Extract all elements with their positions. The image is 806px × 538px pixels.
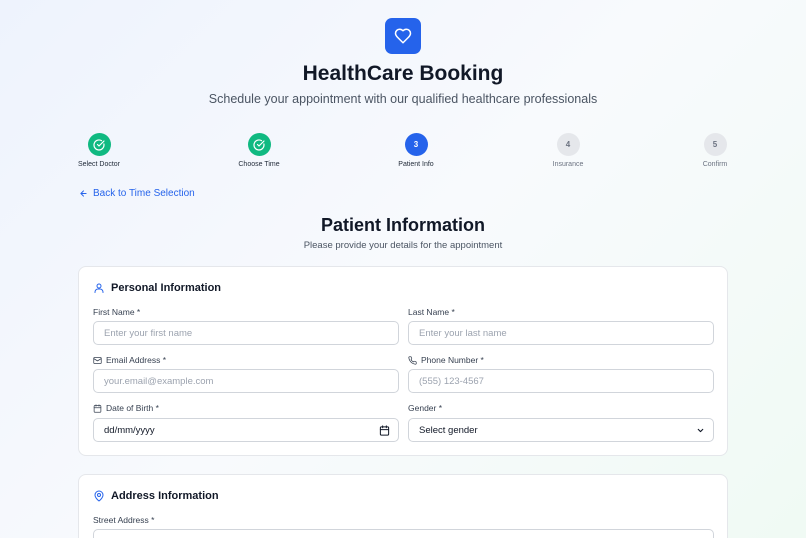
phone-label-text: Phone Number *	[421, 355, 484, 365]
arrow-left-icon	[80, 190, 87, 197]
heart-icon	[394, 28, 412, 44]
app-logo	[385, 18, 421, 54]
section-subtitle: Please provide your details for the appo…	[303, 240, 503, 251]
last-name-label-text: Last Name *	[408, 307, 455, 317]
date-of-birth-input[interactable]: dd/mm/yyyy	[93, 418, 399, 442]
back-to-time-selection-link[interactable]: Back to Time Selection	[79, 188, 195, 199]
card-title: Personal Information	[111, 282, 222, 294]
step-label: Select Doctor	[77, 161, 121, 168]
first-name-label: First Name *	[93, 307, 140, 317]
date-of-birth-value: dd/mm/yyyy	[104, 424, 155, 436]
first-name-input[interactable]	[93, 321, 399, 345]
gender-select[interactable]: Select gender	[408, 418, 714, 442]
card-title: Address Information	[111, 490, 219, 502]
street-address-input[interactable]	[93, 529, 714, 538]
personal-information-card: Personal Information First Name * Last N…	[78, 266, 728, 456]
email-label: Email Address *	[93, 355, 166, 365]
step-number: 4	[556, 133, 580, 156]
step-label: Choose Time	[238, 161, 280, 168]
phone-icon	[408, 355, 417, 365]
phone-label: Phone Number *	[408, 355, 484, 365]
step-complete-indicator	[87, 133, 111, 156]
calendar-picker-icon[interactable]	[379, 424, 390, 436]
step-label: Confirm	[702, 161, 728, 168]
step-patient-info[interactable]: 3 Patient Info	[371, 133, 461, 168]
personal-information-header: Personal Information	[93, 282, 221, 294]
step-number: 3	[404, 133, 428, 156]
email-input[interactable]	[93, 369, 399, 393]
user-icon	[94, 283, 104, 293]
section-title: Patient Information	[320, 215, 485, 235]
email-label-text: Email Address *	[106, 355, 166, 365]
step-label: Insurance	[552, 161, 584, 168]
check-circle-icon	[93, 138, 105, 151]
address-information-header: Address Information	[93, 490, 219, 502]
calendar-icon	[93, 403, 102, 413]
dob-label: Date of Birth *	[93, 403, 159, 413]
app-subtitle: Schedule your appointment with our quali…	[208, 92, 598, 106]
step-confirm[interactable]: 5 Confirm	[670, 133, 760, 168]
street-address-label: Street Address *	[93, 515, 154, 525]
map-pin-icon	[94, 490, 104, 502]
chevron-down-icon	[697, 428, 704, 432]
step-insurance[interactable]: 4 Insurance	[523, 133, 613, 168]
address-information-card: Address Information Street Address *	[78, 474, 728, 538]
step-choose-time[interactable]: Choose Time	[214, 133, 304, 168]
step-number: 5	[703, 133, 727, 156]
check-circle-icon	[253, 138, 265, 151]
mail-icon	[93, 356, 102, 364]
gender-label: Gender *	[408, 403, 442, 413]
step-complete-indicator	[247, 133, 271, 156]
dob-label-text: Date of Birth *	[106, 403, 159, 413]
step-label: Patient Info	[398, 161, 434, 168]
last-name-label: Last Name *	[408, 307, 455, 317]
gender-selected-value: Select gender	[419, 424, 478, 436]
street-address-label-text: Street Address *	[93, 515, 155, 525]
step-select-doctor[interactable]: Select Doctor	[54, 133, 144, 168]
back-link-label: Back to Time Selection	[93, 188, 195, 199]
first-name-label-text: First Name *	[93, 307, 141, 317]
gender-label-text: Gender *	[408, 403, 443, 413]
last-name-input[interactable]	[408, 321, 714, 345]
phone-input[interactable]	[408, 369, 714, 393]
app-title: HealthCare Booking	[302, 62, 504, 85]
